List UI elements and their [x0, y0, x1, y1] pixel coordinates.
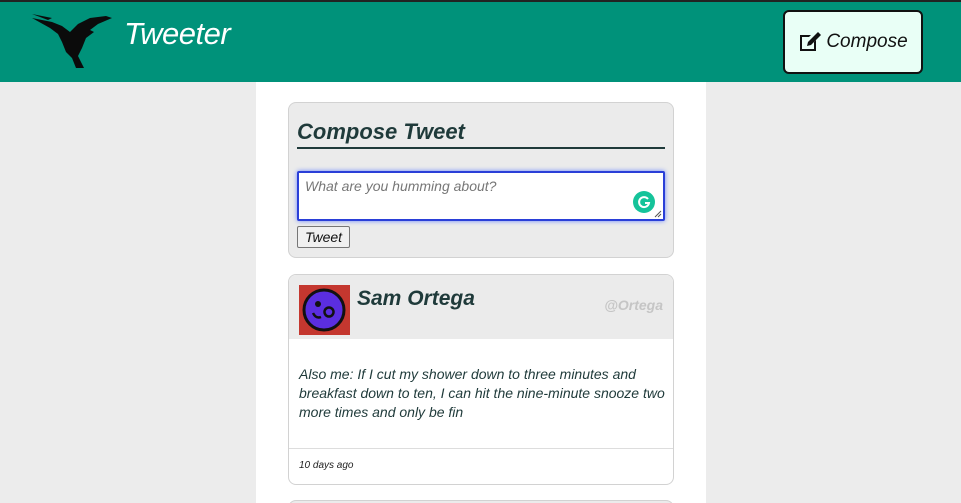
compose-button-label: Compose [826, 31, 908, 52]
top-nav-bar: Tweeter Compose [0, 0, 961, 82]
compose-title: Compose Tweet [297, 119, 665, 149]
tweet-input[interactable] [299, 173, 663, 219]
tweet-author-name: Sam Ortega [357, 287, 475, 310]
compose-button[interactable]: Compose [783, 10, 923, 74]
tweet-card: Sam Ortega @Ortega Also me: If I cut my … [288, 274, 674, 485]
grammarly-icon[interactable] [633, 191, 655, 213]
main-column: Compose Tweet Tweet Sam Ortega [256, 82, 706, 503]
hummingbird-icon [32, 14, 112, 68]
tweet-author-handle: @Ortega [604, 297, 663, 313]
tweet-textarea-wrapper [297, 171, 665, 221]
tweet-timestamp: 10 days ago [299, 460, 354, 471]
compose-tweet-panel: Compose Tweet Tweet [288, 102, 674, 258]
tweet-divider [289, 448, 673, 449]
tweet-body: Also me: If I cut my shower down to thre… [299, 366, 665, 420]
edit-icon [800, 32, 822, 51]
brand-title: Tweeter [124, 16, 231, 51]
tweet-submit-button[interactable]: Tweet [297, 226, 350, 248]
tweet-header: Sam Ortega @Ortega [289, 275, 673, 339]
resize-grip-icon[interactable] [654, 210, 662, 218]
avatar-face-icon [299, 285, 350, 335]
